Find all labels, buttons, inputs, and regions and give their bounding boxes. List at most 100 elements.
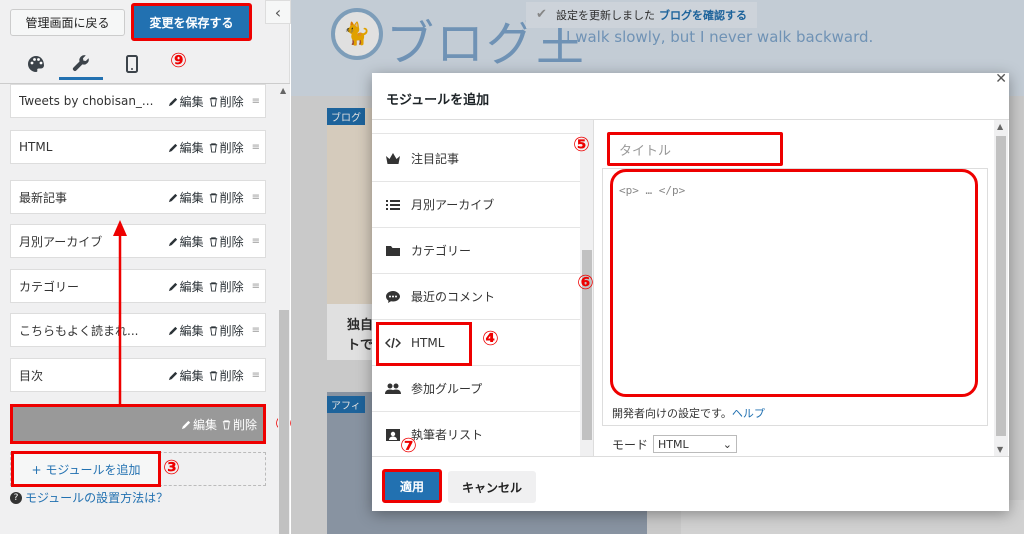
title-input[interactable]: タイトル — [607, 132, 783, 166]
modal-title: モジュールを追加 — [386, 93, 490, 108]
edit-link[interactable]: 編集 — [181, 416, 217, 433]
edit-link[interactable]: 編集 — [168, 139, 204, 156]
annotation-4: ④ — [482, 326, 499, 350]
customizer-panel: 管理画面に戻る 変更を保存する ‹ ⑨ Tweets by chobisan_.… — [0, 0, 292, 534]
scrollbar-thumb[interactable] — [279, 310, 289, 534]
customizer-topbar: 管理画面に戻る 変更を保存する ‹ — [0, 0, 291, 44]
scrollbar-thumb[interactable] — [996, 136, 1006, 436]
drag-handle-icon[interactable]: ≡ — [252, 142, 260, 153]
widget-title: 目次 — [19, 368, 44, 383]
drag-handle-icon[interactable]: ≡ — [252, 325, 260, 336]
delete-link[interactable]: 削除 — [208, 367, 244, 384]
content-textarea[interactable]: <p> … </p> — [610, 169, 978, 397]
new-widget-item[interactable]: 編集 削除 — [10, 404, 266, 444]
delete-link[interactable]: 削除 — [208, 189, 244, 206]
delete-link[interactable]: 削除 — [208, 139, 244, 156]
module-label: 最近のコメント — [411, 290, 496, 304]
widget-title: Tweets by chobisan_... — [19, 94, 154, 108]
annotation-9: ⑨ — [170, 48, 187, 72]
widget-item[interactable]: 月別アーカイブ 編集 削除 ≡ — [10, 224, 266, 258]
scroll-down-icon[interactable]: ▼ — [997, 445, 1003, 454]
widget-title: 月別アーカイブ — [19, 234, 103, 249]
edit-link[interactable]: 編集 — [168, 278, 204, 295]
widget-item[interactable]: 最新記事 編集 削除 ≡ — [10, 180, 266, 214]
comment-icon — [386, 290, 400, 303]
module-item-category[interactable]: カテゴリー — [372, 228, 580, 274]
delete-link[interactable]: 削除 — [208, 278, 244, 295]
delete-link[interactable]: 削除 — [208, 233, 244, 250]
module-list: 注目記事 月別アーカイブ カテゴリー 最近のコメント HTML 参加グループ 執… — [372, 120, 594, 456]
chevron-left-icon[interactable]: ‹ — [265, 0, 291, 24]
add-module-modal: モジュールを追加 ✕ 注目記事 月別アーカイブ カテゴリー 最近のコメント HT… — [372, 71, 1009, 511]
customizer-tabs: ⑨ — [0, 44, 290, 84]
scroll-up-icon[interactable]: ▲ — [997, 122, 1003, 131]
module-label: 参加グループ — [411, 382, 483, 396]
drag-handle-icon[interactable]: ≡ — [252, 281, 260, 292]
module-form: タイトル <p> … </p> 開発者向けの設定です。ヘルプ モード HTML ⌄ — [602, 120, 995, 456]
wrench-icon[interactable] — [59, 48, 103, 80]
developer-note: 開発者向けの設定です。ヘルプ — [612, 407, 765, 420]
widget-item[interactable]: 目次 編集 削除 ≡ — [10, 358, 266, 392]
mode-select[interactable]: HTML ⌄ — [653, 435, 738, 453]
module-howto-link[interactable]: ? モジュールの設置方法は？ — [10, 489, 168, 506]
mode-row: モード HTML ⌄ — [612, 435, 738, 453]
annotation-6: ⑥ — [577, 270, 594, 294]
edit-link[interactable]: 編集 — [168, 367, 204, 384]
drag-handle-icon[interactable]: ≡ — [252, 236, 260, 247]
widget-title: HTML — [19, 140, 53, 154]
delete-link[interactable]: 削除 — [221, 416, 257, 433]
module-label: 月別アーカイブ — [411, 198, 495, 212]
mobile-icon[interactable] — [110, 48, 154, 80]
module-item-comments[interactable]: 最近のコメント — [372, 274, 580, 320]
drag-handle-icon[interactable]: ≡ — [252, 370, 260, 381]
apply-button[interactable]: 適用 — [382, 469, 442, 503]
module-item-group[interactable]: 参加グループ — [372, 366, 580, 412]
module-item-archive[interactable]: 月別アーカイブ — [372, 182, 580, 228]
widget-title: こちらもよく読まれ... — [19, 323, 139, 338]
form-scrollbar[interactable]: ▲ ▼ — [994, 120, 1008, 456]
widget-title: 最新記事 — [19, 190, 68, 205]
delete-link[interactable]: 削除 — [208, 322, 244, 339]
edit-link[interactable]: 編集 — [168, 233, 204, 250]
id-card-icon — [386, 428, 400, 441]
edit-link[interactable]: 編集 — [168, 189, 204, 206]
help-icon: ? — [10, 491, 22, 504]
save-changes-button[interactable]: 変更を保存する — [131, 3, 252, 41]
howto-label: モジュールの設置方法は？ — [25, 491, 169, 505]
delete-link[interactable]: 削除 — [208, 93, 244, 110]
edit-link[interactable]: 編集 — [168, 93, 204, 110]
module-label: 注目記事 — [411, 152, 460, 166]
add-module-row: + モジュールを追加 — [10, 451, 266, 487]
drag-handle-icon[interactable]: ≡ — [252, 192, 260, 203]
list-item — [372, 120, 580, 134]
annotation-7: ⑦ — [400, 433, 417, 457]
drag-handle-icon[interactable]: ≡ — [252, 96, 260, 107]
help-link[interactable]: ヘルプ — [732, 407, 765, 420]
list-icon — [386, 199, 400, 210]
widget-item[interactable]: HTML 編集 削除 ≡ — [10, 130, 266, 164]
widget-item[interactable]: Tweets by chobisan_... 編集 削除 ≡ — [10, 84, 266, 118]
close-icon[interactable]: ✕ — [995, 71, 1007, 87]
widget-item[interactable]: こちらもよく読まれ... 編集 削除 ≡ — [10, 313, 266, 347]
group-icon — [385, 383, 401, 394]
crown-icon — [386, 152, 400, 164]
edit-link[interactable]: 編集 — [168, 322, 204, 339]
widget-item[interactable]: カテゴリー 編集 削除 ≡ — [10, 269, 266, 303]
module-item-featured[interactable]: 注目記事 — [372, 136, 580, 182]
annotation-3: ③ — [163, 455, 180, 479]
scroll-up-icon[interactable]: ▲ — [280, 86, 286, 95]
add-module-button[interactable]: + モジュールを追加 — [11, 451, 161, 487]
chevron-down-icon: ⌄ — [722, 437, 733, 451]
module-label: 執筆者リスト — [411, 428, 484, 442]
back-to-admin-button[interactable]: 管理画面に戻る — [10, 9, 125, 36]
module-label: カテゴリー — [411, 244, 472, 258]
panel-scrollbar[interactable]: ▲ — [278, 84, 290, 534]
html-highlight — [376, 322, 472, 366]
module-item-html[interactable]: HTML — [372, 320, 580, 366]
annotation-5: ⑤ — [573, 132, 590, 156]
folder-icon — [386, 245, 400, 256]
palette-icon[interactable] — [14, 48, 58, 80]
widget-title: カテゴリー — [19, 279, 80, 294]
modal-footer: 適用 キャンセル — [372, 456, 1009, 511]
cancel-button[interactable]: キャンセル — [448, 471, 536, 503]
